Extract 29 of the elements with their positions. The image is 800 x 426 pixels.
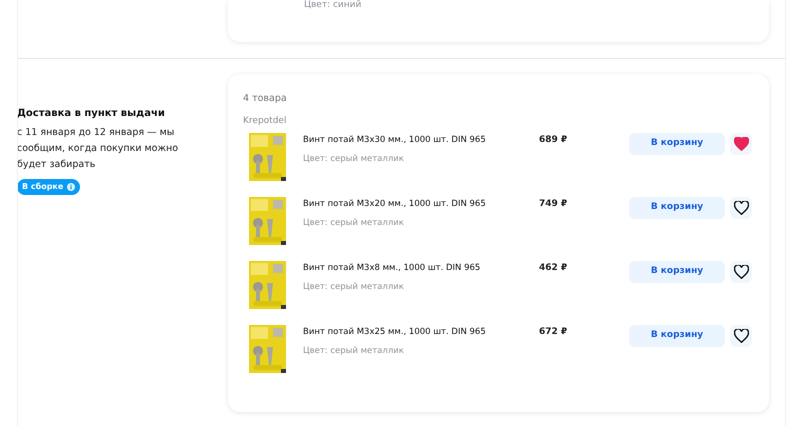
product-name[interactable]: Винт потай М3х20 мм., 1000 шт. DIN 965 [303, 198, 539, 210]
product-price: 672 ₽ [539, 326, 568, 338]
product-price: 462 ₽ [539, 262, 568, 274]
item-count: 4 товара [243, 92, 288, 106]
favorite-button[interactable] [730, 197, 752, 219]
heart-icon [734, 329, 748, 343]
info-icon [67, 183, 76, 191]
product-color: Цвет: серый металлик [303, 153, 405, 165]
heart-icon [734, 137, 748, 151]
favorite-button[interactable] [730, 261, 752, 283]
product-name[interactable]: Винт потай М3х8 мм., 1000 шт. DIN 965 [303, 262, 539, 274]
heart-icon [734, 265, 748, 279]
product-color: Цвет: серый металлик [303, 217, 405, 229]
add-to-cart-button[interactable]: В корзину [629, 261, 725, 283]
product-name[interactable]: Винт потай М3х25 мм., 1000 шт. DIN 965 [303, 326, 539, 338]
add-to-cart-button[interactable]: В корзину [629, 133, 725, 155]
heart-icon [734, 201, 748, 215]
status-badge: В сборке [17, 179, 80, 195]
delivery-title: Доставка в пункт выдачи [17, 107, 165, 121]
product-color: Цвет: серый металлик [303, 345, 405, 357]
add-to-cart-button[interactable]: В корзину [629, 325, 725, 347]
product-price: 749 ₽ [539, 198, 568, 210]
add-to-cart-button[interactable]: В корзину [629, 197, 725, 219]
product-color: Цвет: серый металлик [303, 281, 405, 293]
product-price: 689 ₽ [539, 134, 568, 146]
product-name[interactable]: Винт потай М3х30 мм., 1000 шт. DIN 965 [303, 134, 539, 146]
favorite-button[interactable] [730, 325, 752, 347]
seller-name: Krepotdel [243, 115, 288, 127]
color-text: Цвет: синий [304, 0, 362, 11]
